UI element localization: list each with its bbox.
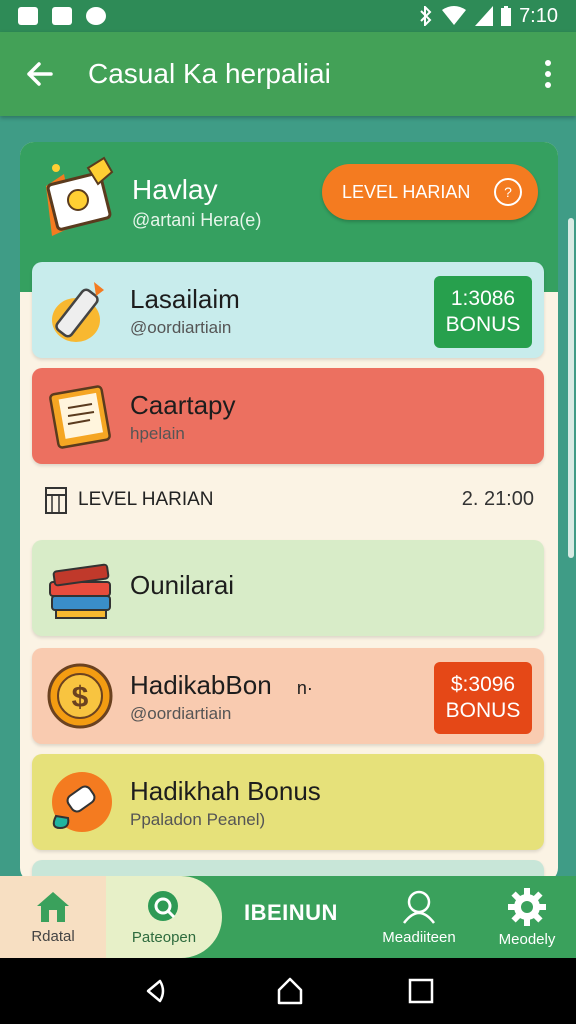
system-navigation [0,958,576,1024]
signal-icon [475,6,494,26]
main-panel: Havlay @artani Hera(e) LEVEL HARIAN ? La… [20,142,558,882]
card-title: HadikabBon n· [130,670,313,701]
card-subtitle: hpelain [130,424,185,443]
nav-profile-label: Meadiiteen [382,928,456,946]
nav-home[interactable]: Rdatal [0,876,106,958]
bottom-navigation: Rdatal Pateopen IBEINUN Meadiiteen Meode… [0,876,576,958]
section-header: LEVEL HARIAN 2. 21:00 [44,482,534,518]
nav-search-label: Pateopen [131,928,197,946]
card-subtitle: Ppaladon Peanel) [130,810,266,829]
section-label: LEVEL HARIAN [78,489,214,510]
image-notification-icon [18,7,38,25]
card-title: Hadikhah Bonus [130,776,321,806]
recents-icon[interactable] [408,978,434,1004]
section-time: 2. 21:00 [461,488,534,510]
coin-icon: $ [47,663,113,729]
card-subtitle: @oordiartiain [130,318,232,337]
system-status: 7:10 [419,5,558,28]
home-nav-icon[interactable] [275,976,305,1006]
card-title: Caartapy [130,390,236,420]
nav-settings-label: Meodely [498,930,556,948]
badge-value: 1:3086 [450,286,516,310]
header-subtitle: @artani Hera(e) [132,210,262,230]
level-button-label: LEVEL HARIAN [342,181,471,202]
app-bar: Casual Ka herpaliai [0,32,576,116]
list-card[interactable]: Ounilarai [32,540,544,636]
card-title: Lasailaim [130,284,240,314]
nav-profile[interactable]: Meadiiteen [374,876,464,958]
home-icon [37,891,69,922]
alert-notification-icon [86,7,106,25]
page-title: Casual Ka herpaliai [88,58,331,89]
back-button[interactable] [18,52,62,96]
app-notification-icon [52,7,72,25]
nav-search[interactable]: Pateopen [106,876,222,958]
svg-text:$: $ [72,681,89,714]
pen-icon [52,282,104,342]
badge-label: BONUS [445,699,521,722]
list-card[interactable]: $ HadikabBon n· @oordiartiain $:3096 BON… [32,648,544,744]
notification-icons [18,7,106,25]
nav-center-button[interactable]: IBEINUN [244,900,338,926]
list-card[interactable]: Hadikhah Bonus Ppaladon Peanel) [32,754,544,850]
status-time: 7:10 [519,4,558,27]
nav-home-label: Rdatal [31,927,75,945]
list-card[interactable]: Lasailaim @oordiartiain 1:3086 BONUS [32,262,544,358]
status-bar: 7:10 [0,0,576,32]
bonus-badge[interactable]: 1:3086 BONUS [434,276,532,348]
badge-label: BONUS [445,313,521,336]
calendar-icon [45,487,67,514]
clipboard-icon [49,385,111,449]
scrollbar[interactable] [568,218,574,558]
list-card[interactable]: Caartapy hpelain [32,368,544,464]
card-title-text: HadikabBon [130,670,272,700]
back-arrow-icon [27,62,53,86]
chat-bubble-icon [52,772,112,832]
gear-icon [508,887,546,926]
level-harian-button[interactable]: LEVEL HARIAN ? [322,164,538,220]
wifi-icon [442,6,467,25]
person-icon [403,890,435,924]
nav-settings[interactable]: Meodely [482,876,572,958]
bonus-badge[interactable]: $:3096 BONUS [434,662,532,734]
book-trophy-icon [46,156,114,236]
card-title: Ounilarai [130,570,235,600]
card-title-extra: n· [296,678,313,698]
bluetooth-icon [420,6,432,26]
more-vert-icon[interactable] [538,52,558,96]
books-icon [49,563,111,619]
battery-icon [501,6,512,26]
back-triangle-icon[interactable] [142,976,172,1006]
card-subtitle: @oordiartiain [130,704,232,723]
header-title: Havlay [132,174,218,205]
clock-icon: ? [494,178,522,206]
badge-value: $:3096 [450,672,516,696]
search-icon [148,890,178,921]
